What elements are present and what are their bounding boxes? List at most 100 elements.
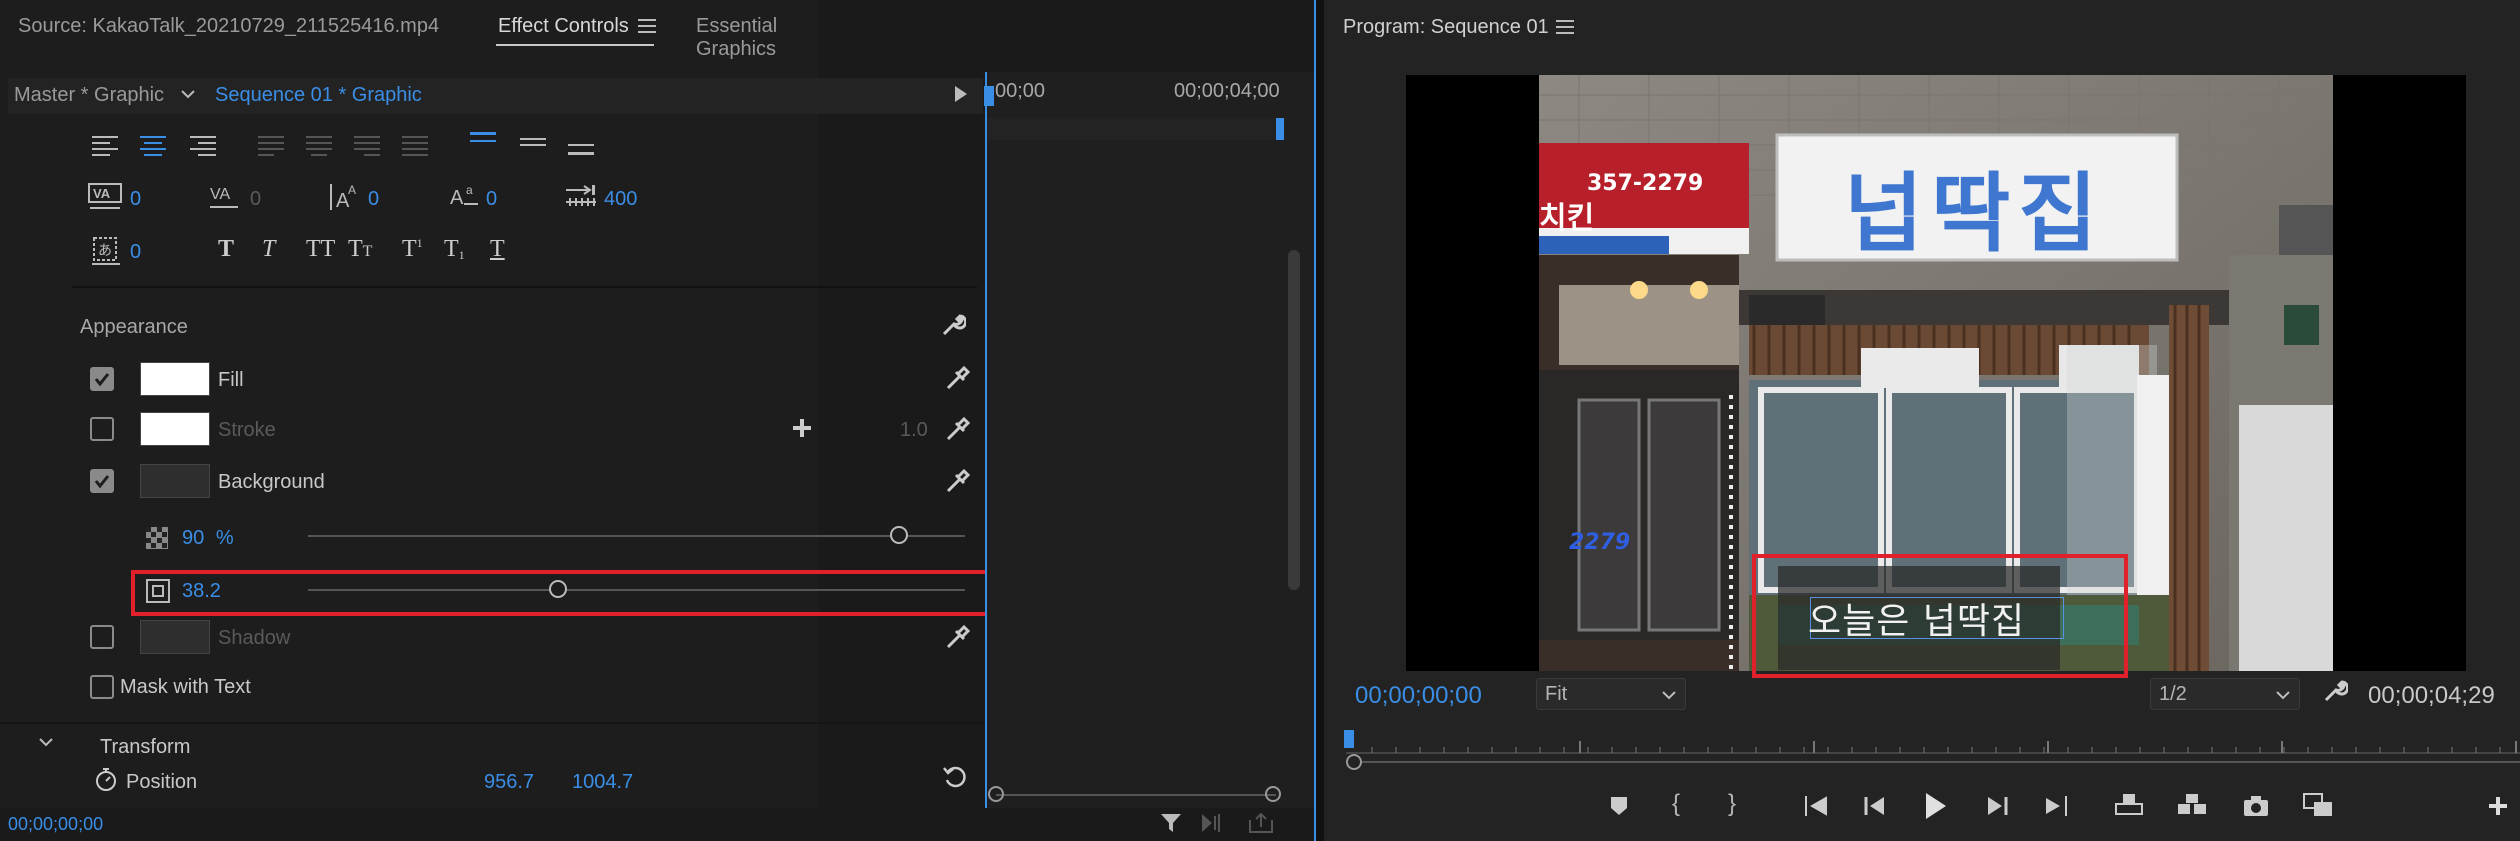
eyedropper-icon[interactable]	[944, 415, 972, 443]
superscript-button[interactable]: T1	[402, 236, 423, 263]
position-x-value[interactable]: 956.7	[484, 771, 534, 794]
lift-icon[interactable]	[2114, 792, 2144, 818]
tsume-value[interactable]: 0	[130, 241, 141, 264]
chevron-down-icon[interactable]	[38, 736, 54, 748]
justify-left-icon	[258, 134, 286, 158]
align-top-icon[interactable]	[470, 130, 498, 154]
size-slider-track[interactable]	[308, 589, 965, 591]
play-only-icon[interactable]	[955, 86, 967, 102]
wrench-icon[interactable]	[2322, 678, 2348, 704]
timeline-scrollbar[interactable]	[1288, 250, 1300, 590]
tsume-icon: あ	[90, 236, 124, 266]
check-icon	[93, 370, 111, 388]
zoom-handle-left[interactable]	[988, 786, 1004, 802]
align-bottom-icon[interactable]	[568, 142, 596, 166]
tab-source[interactable]: Source: KakaoTalk_20210729_211525416.mp4	[18, 15, 439, 38]
chevron-down-icon[interactable]	[180, 88, 196, 100]
opacity-unit: %	[215, 527, 234, 549]
filter-icon[interactable]	[1160, 812, 1182, 834]
fill-label: Fill	[218, 369, 244, 391]
step-forward-icon[interactable]	[1984, 794, 2010, 818]
faux-italic-button[interactable]: T	[262, 236, 275, 263]
hamburger-icon[interactable]	[1556, 19, 1574, 35]
shadow-color-swatch[interactable]	[140, 620, 210, 654]
comparison-view-icon[interactable]	[2302, 792, 2334, 818]
svg-text:A: A	[450, 187, 464, 209]
kerning-value[interactable]: 0	[130, 188, 141, 211]
status-bar	[0, 808, 1314, 841]
breadcrumb-master[interactable]: Master * Graphic	[14, 84, 164, 107]
program-zoom-track[interactable]	[1362, 761, 2520, 763]
mark-out-icon[interactable]: }	[1728, 790, 1736, 818]
chevron-down-icon	[2276, 691, 2290, 700]
eyedropper-icon[interactable]	[944, 623, 972, 651]
program-time-ruler[interactable]	[1346, 733, 2520, 757]
mask-with-text-checkbox[interactable]	[90, 675, 114, 699]
fill-color-swatch[interactable]	[140, 362, 210, 396]
subscript-button[interactable]: T1	[444, 236, 465, 263]
effect-controls-panel: Source: KakaoTalk_20210729_211525416.mp4…	[0, 0, 1314, 841]
phone-small-text: 2279	[1569, 530, 1631, 555]
leading-value[interactable]: 0	[368, 188, 379, 211]
tab-effect-controls[interactable]: Effect Controls	[498, 15, 629, 38]
wrench-icon[interactable]	[940, 312, 966, 338]
zoom-handle-right[interactable]	[1265, 786, 1281, 802]
go-to-in-icon[interactable]	[1804, 794, 1830, 818]
position-y-value[interactable]: 1004.7	[572, 771, 633, 794]
playhead-marker[interactable]	[984, 86, 994, 106]
mark-in-icon[interactable]: {	[1672, 790, 1680, 818]
stroke-checkbox[interactable]	[90, 417, 114, 441]
tracking-value[interactable]: 0	[250, 188, 261, 211]
background-size-icon	[146, 579, 170, 603]
play-button[interactable]	[1924, 792, 1948, 820]
opacity-slider-track[interactable]	[308, 535, 965, 537]
program-zoom-handle[interactable]	[1346, 754, 1362, 770]
baseline-shift-value[interactable]: 0	[486, 188, 497, 211]
small-caps-button[interactable]: TT	[348, 236, 372, 263]
align-center-icon[interactable]	[140, 134, 168, 158]
opacity-value[interactable]: 90 %	[182, 527, 234, 550]
shadow-checkbox[interactable]	[90, 625, 114, 649]
reset-icon[interactable]	[942, 764, 968, 790]
svg-text:VA: VA	[210, 186, 230, 203]
faux-bold-button[interactable]: T	[218, 236, 234, 263]
tab-essential-graphics[interactable]: Essential Graphics	[696, 15, 818, 61]
add-button-icon[interactable]	[2488, 796, 2508, 816]
program-duration: 00;00;04;29	[2368, 682, 2495, 709]
add-marker-icon[interactable]	[1610, 796, 1628, 816]
tracking-icon: VA	[208, 183, 244, 213]
add-stroke-icon[interactable]	[792, 418, 812, 438]
underline-button[interactable]: T	[490, 236, 505, 263]
program-timecode[interactable]: 00;00;00;00	[1355, 682, 1482, 710]
background-color-swatch[interactable]	[140, 464, 210, 498]
tab-width-value[interactable]: 400	[604, 188, 637, 211]
align-right-icon[interactable]	[190, 134, 218, 158]
zoom-scrollbar-track[interactable]	[996, 794, 1276, 796]
eyedropper-icon[interactable]	[944, 364, 972, 392]
resolution-dropdown[interactable]: 1/2	[2150, 678, 2300, 710]
all-caps-button[interactable]: TT	[306, 236, 335, 263]
program-playhead[interactable]	[1344, 730, 1354, 748]
stroke-width-value[interactable]: 1.0	[900, 419, 928, 442]
align-left-icon[interactable]	[92, 134, 120, 158]
zoom-dropdown[interactable]: Fit	[1536, 678, 1686, 710]
camera-icon[interactable]	[2242, 794, 2270, 818]
eyedropper-icon[interactable]	[944, 467, 972, 495]
hamburger-icon[interactable]	[638, 18, 656, 34]
opacity-slider-knob[interactable]	[890, 526, 909, 544]
step-back-icon[interactable]	[1862, 794, 1888, 818]
breadcrumb-sequence[interactable]: Sequence 01 * Graphic	[215, 84, 422, 107]
align-middle-icon[interactable]	[520, 136, 548, 160]
background-size-value[interactable]: 38.2	[182, 580, 221, 603]
extract-icon[interactable]	[2176, 792, 2208, 818]
stopwatch-icon[interactable]	[94, 766, 118, 792]
go-to-out-icon[interactable]	[2042, 794, 2068, 818]
stroke-color-swatch[interactable]	[140, 412, 210, 446]
panel-gap	[1316, 0, 1324, 841]
position-label: Position	[126, 771, 198, 793]
size-slider-knob[interactable]	[548, 580, 567, 598]
effect-controls-timeline	[985, 72, 1315, 808]
svg-text:あ: あ	[98, 243, 112, 259]
stroke-label: Stroke	[218, 419, 276, 441]
effect-controls-timecode[interactable]: 00;00;00;00	[8, 814, 103, 835]
